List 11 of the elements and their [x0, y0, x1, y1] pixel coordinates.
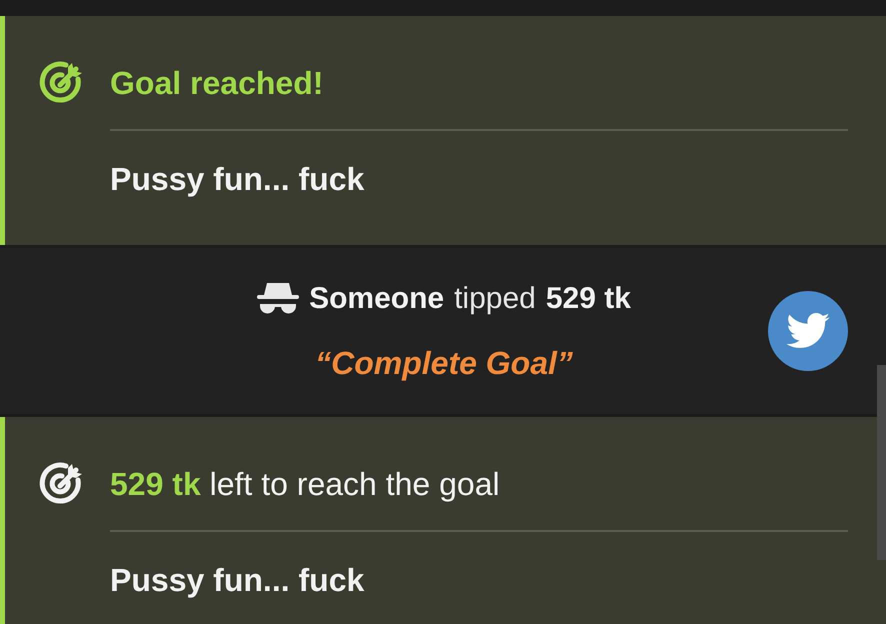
- goal-description: Pussy fun... fuck: [110, 160, 364, 199]
- goal-description: Pussy fun... fuck: [110, 561, 364, 600]
- bird-icon: [786, 313, 830, 349]
- tip-message: “Complete Goal”: [315, 344, 573, 383]
- tip-verb: tipped: [454, 280, 536, 316]
- incognito-icon: [257, 281, 300, 315]
- tipper-name: Someone: [309, 280, 444, 316]
- goal-title: Goal reached!: [110, 64, 324, 103]
- goal-status: 529 tk left to reach the goal: [110, 465, 500, 504]
- scrollbar-thumb[interactable]: [877, 365, 886, 560]
- tip-amount: 529 tk: [546, 280, 631, 316]
